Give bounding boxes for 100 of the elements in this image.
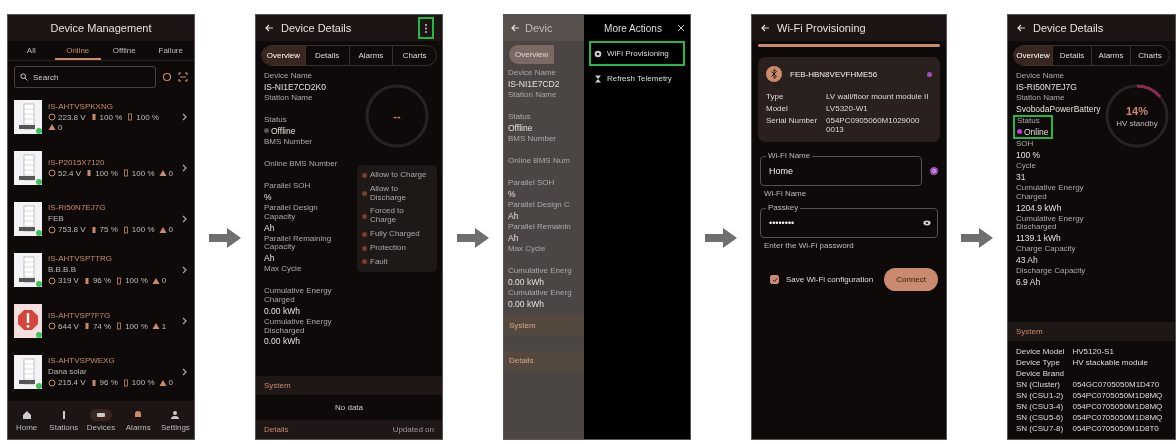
spec-value: 054PC0905060M1029000 0013 <box>826 116 921 134</box>
field-label: Parallel Remainin <box>508 223 572 232</box>
gauge-value: -- <box>393 110 401 122</box>
field-label: Cumulative Energy Discharged <box>1016 214 1085 233</box>
field-label: BMS Number <box>264 138 312 147</box>
field-value: 43 Ah <box>1016 255 1039 265</box>
nav-item[interactable]: Alarms <box>119 408 157 432</box>
warning-icon <box>48 123 56 131</box>
tab[interactable]: Failure <box>147 41 194 60</box>
nav-item[interactable]: Stations <box>45 408 83 432</box>
field-label: Parallel Design C <box>508 201 571 210</box>
scan-icon[interactable] <box>178 72 188 82</box>
chevron-right-icon[interactable] <box>180 265 188 274</box>
chevron-right-icon[interactable] <box>180 316 188 325</box>
alarm-count: 0 <box>58 122 63 132</box>
field-value: Ah <box>508 210 520 221</box>
screen-title: Device Management <box>50 22 152 34</box>
device-name[interactable]: IS-AHTVSPKXNG <box>48 101 174 111</box>
tab[interactable]: Overview <box>262 46 305 65</box>
nav-item[interactable]: Settings <box>156 408 194 432</box>
row-value: 054PC0705050M1D8MQ <box>1072 391 1164 400</box>
voltage-value: 215.4 V <box>58 378 86 387</box>
soc-value: 75 % <box>99 225 118 234</box>
legend-label: Allow to Charge <box>370 171 427 180</box>
spec-value: LV wall/floor mount module II <box>826 92 930 101</box>
status-value: Online <box>1024 126 1049 137</box>
spec-value: LV5320-W1 <box>826 104 869 113</box>
soc-gauge <box>1104 83 1170 149</box>
tab[interactable]: Details <box>304 46 349 65</box>
back-arrow-icon[interactable] <box>510 23 520 33</box>
field-value: Ah <box>264 222 276 233</box>
field-label: Wi-Fi Name <box>766 151 813 160</box>
field-label: Parallel SOH <box>508 179 556 188</box>
eye-icon[interactable] <box>923 219 931 227</box>
field-label: Station Name <box>264 94 313 103</box>
field-value: Ah <box>508 232 520 243</box>
back-arrow-icon[interactable] <box>1016 23 1026 33</box>
battery-outline-icon <box>121 225 130 234</box>
nav-item[interactable]: Devices <box>82 408 120 432</box>
chevron-right-icon[interactable] <box>180 112 188 121</box>
device-name[interactable]: IS-AHTVSPWEXG <box>48 356 174 365</box>
row-label: Device Brand <box>1016 369 1065 378</box>
warning-icon <box>158 378 167 387</box>
status-value: Offline <box>271 125 296 136</box>
checkbox-label: Save Wi-Fi configuration <box>786 275 875 284</box>
device-name[interactable]: IS-AHTVSPTTRG <box>48 254 174 263</box>
updated-label: Updated on <box>392 425 434 434</box>
checkbox[interactable] <box>770 275 779 284</box>
flow-arrow-icon <box>207 226 243 250</box>
tab[interactable]: Charts <box>392 46 436 65</box>
field-label: Status <box>508 113 532 122</box>
field-label: Device Name <box>1016 72 1065 81</box>
home-icon <box>21 409 32 420</box>
row-value: 054PC0705050M1D8MQ <box>1072 402 1164 411</box>
chevron-right-icon[interactable] <box>180 367 188 376</box>
spec-label: Type <box>766 92 785 101</box>
field-label: Max Cycle <box>508 245 547 254</box>
gauge-caption: HV standby <box>1116 118 1158 128</box>
device-name[interactable]: IS-AHTVSP7F7G <box>48 310 174 320</box>
gear-icon <box>594 49 602 58</box>
soh-value: 100 % <box>125 276 148 285</box>
warning-icon <box>158 169 167 177</box>
soh-value: 100 % <box>136 112 159 122</box>
device-note: FEB <box>48 214 65 223</box>
helper-text: Wi-Fi Name <box>764 189 808 198</box>
menu-item[interactable]: Refresh Telemetry <box>589 66 685 91</box>
flow-arrow-icon <box>959 226 995 250</box>
tab[interactable]: Offline <box>101 41 148 60</box>
tab[interactable]: Overview <box>509 45 555 64</box>
scan-icon[interactable] <box>930 167 938 175</box>
tab[interactable]: Charts <box>1130 46 1169 65</box>
device-name[interactable]: IS-P2015X7120 <box>48 157 174 167</box>
field-label: Device Name <box>264 72 313 81</box>
back-arrow-icon[interactable] <box>760 23 770 33</box>
field-label: Station Name <box>508 91 558 100</box>
menu-item[interactable]: WiFi Provisioning <box>589 41 685 66</box>
tab[interactable]: All <box>8 41 55 60</box>
tab[interactable]: Alarms <box>1091 46 1130 65</box>
section-title: Details <box>264 425 289 434</box>
tab[interactable]: Details <box>1052 46 1091 65</box>
close-icon[interactable] <box>677 24 685 32</box>
connect-button[interactable]: Connect <box>884 268 938 291</box>
drawer-title: More Actions <box>603 22 663 34</box>
chevron-right-icon[interactable] <box>180 163 188 172</box>
soc-value: 96 % <box>99 378 118 387</box>
search-field[interactable]: Search <box>14 66 156 88</box>
field-label: Max Cycle <box>264 265 302 274</box>
legend-label: Allow to Discharge <box>370 184 407 203</box>
tab[interactable]: Alarms <box>348 46 393 65</box>
more-menu-button[interactable] <box>418 17 434 39</box>
back-arrow-icon[interactable] <box>264 23 274 33</box>
chevron-right-icon[interactable] <box>180 214 188 223</box>
field-value: 1139.1 kWh <box>1016 233 1062 244</box>
field-label: Online BMS Num <box>508 157 571 166</box>
device-name[interactable]: IS-RI50N7EJ7G <box>48 203 174 212</box>
row-value: HV stackable module <box>1072 358 1150 367</box>
tab[interactable]: Overview <box>1014 46 1052 65</box>
nav-item[interactable]: Home <box>8 408 46 432</box>
target-icon[interactable] <box>162 72 172 82</box>
tab[interactable]: Online <box>54 41 101 60</box>
